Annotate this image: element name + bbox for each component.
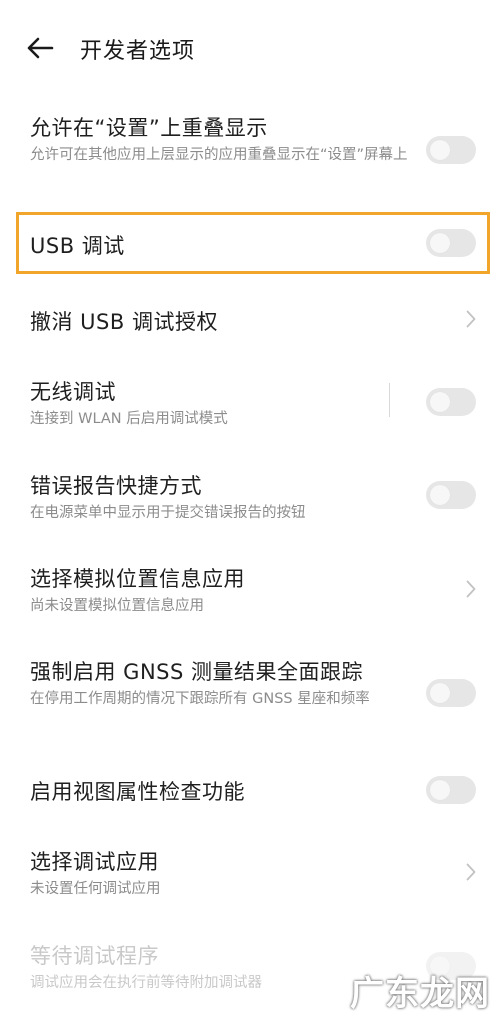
setting-description: 未设置任何调试应用: [30, 881, 161, 897]
toggle-knob: [430, 392, 450, 412]
setting-label: 撤消 USB 调试授权: [30, 310, 218, 334]
setting-label: 启用视图属性检查功能: [30, 780, 245, 804]
setting-description: 在停用工作周期的情况下跟踪所有 GNSS 星座和频率: [30, 691, 370, 707]
setting-label: 错误报告快捷方式: [30, 474, 202, 498]
usb-debugging-toggle[interactable]: [426, 229, 476, 257]
setting-label: USB 调试: [30, 234, 125, 258]
toggle-knob: [430, 485, 450, 505]
setting-description: 尚未设置模拟位置信息应用: [30, 598, 204, 614]
setting-label: 强制启用 GNSS 测量结果全面跟踪: [30, 660, 363, 684]
setting-description: 连接到 WLAN 后启用调试模式: [30, 411, 228, 427]
watermark: 广东龙网: [350, 974, 490, 1014]
toggle-knob: [430, 683, 450, 703]
wireless-debugging-toggle[interactable]: [426, 388, 476, 416]
toggle-knob: [430, 233, 450, 253]
setting-row-select-debug-app[interactable]: 选择调试应用 未设置任何调试应用: [0, 836, 500, 910]
toggle-knob: [430, 780, 450, 800]
view-attribute-toggle[interactable]: [426, 776, 476, 804]
setting-row-view-attribute-inspection[interactable]: 启用视图属性检查功能: [0, 760, 500, 822]
setting-row-bug-report-shortcut[interactable]: 错误报告快捷方式 在电源菜单中显示用于提交错误报告的按钮: [0, 460, 500, 534]
setting-row-mock-location-app[interactable]: 选择模拟位置信息应用 尚未设置模拟位置信息应用: [0, 553, 500, 627]
page-title: 开发者选项: [80, 39, 196, 64]
setting-label: 无线调试: [30, 380, 116, 404]
setting-label: 允许在“设置”上重叠显示: [30, 116, 268, 140]
setting-label: 选择调试应用: [30, 850, 159, 874]
overlay-display-toggle[interactable]: [426, 136, 476, 164]
app-bar: 开发者选项: [0, 0, 500, 96]
chevron-right-icon: [466, 580, 476, 598]
toggle-knob: [430, 140, 450, 160]
setting-label: 等待调试程序: [30, 944, 159, 968]
setting-row-overlay-display[interactable]: 允许在“设置”上重叠显示 允许可在其他应用上层显示的应用重叠显示在“设置”屏幕上: [0, 104, 500, 200]
gnss-tracking-toggle[interactable]: [426, 679, 476, 707]
setting-row-gnss-tracking[interactable]: 强制启用 GNSS 测量结果全面跟踪 在停用工作周期的情况下跟踪所有 GNSS …: [0, 646, 500, 746]
setting-description: 在电源菜单中显示用于提交错误报告的按钮: [30, 505, 306, 521]
setting-row-usb-debugging[interactable]: USB 调试: [0, 212, 500, 274]
divider: [389, 383, 390, 417]
setting-row-revoke-usb-auth[interactable]: 撤消 USB 调试授权: [0, 288, 500, 350]
back-arrow-icon[interactable]: [26, 36, 54, 60]
chevron-right-icon: [466, 863, 476, 881]
bug-report-toggle[interactable]: [426, 481, 476, 509]
setting-label: 选择模拟位置信息应用: [30, 567, 245, 591]
chevron-right-icon: [466, 310, 476, 328]
setting-row-wireless-debugging[interactable]: 无线调试 连接到 WLAN 后启用调试模式: [0, 366, 500, 440]
setting-description: 允许可在其他应用上层显示的应用重叠显示在“设置”屏幕上: [30, 147, 408, 163]
